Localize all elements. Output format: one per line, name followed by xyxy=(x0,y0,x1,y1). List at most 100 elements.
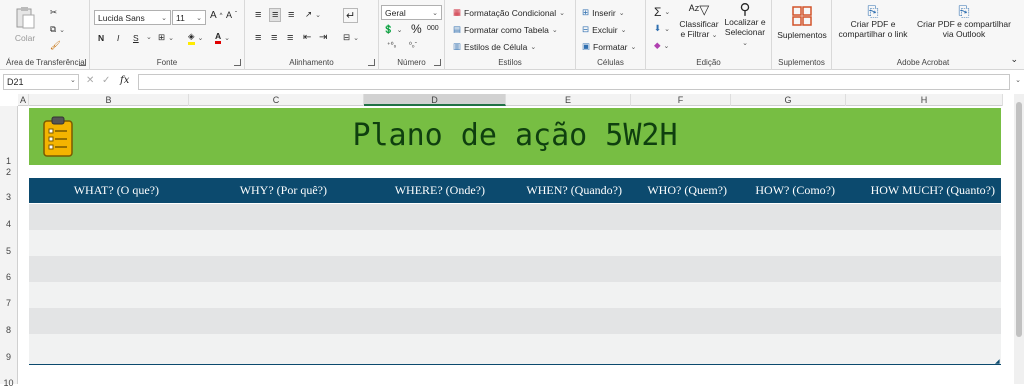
row-header[interactable]: 5 xyxy=(0,246,17,256)
header-how[interactable]: HOW? (Como?) xyxy=(733,178,841,203)
shrink-font-icon[interactable]: Aˇ xyxy=(226,10,237,20)
header-when[interactable]: WHEN? (Quando?) xyxy=(491,178,628,203)
font-family-select[interactable]: Lucida Sans ⌄ xyxy=(94,10,171,25)
table-row[interactable] xyxy=(29,308,1001,334)
delete-button[interactable]: ⊟ Excluir ⌄ xyxy=(582,24,627,35)
format-button[interactable]: ▣ Formatar ⌄ xyxy=(582,41,636,52)
row-header[interactable]: 7 xyxy=(0,298,17,308)
editing-label: Edição xyxy=(696,58,721,67)
column-header-f[interactable]: F xyxy=(631,94,731,106)
clipboard-launcher[interactable] xyxy=(79,59,86,66)
number-launcher[interactable] xyxy=(434,59,441,66)
row-header[interactable]: 1 xyxy=(0,156,17,166)
create-pdf-outlook-button[interactable]: ⎘ Criar PDF e compartilhar via Outlook xyxy=(914,4,1014,39)
align-top-icon[interactable]: ≡ xyxy=(255,9,261,21)
header-where[interactable]: WHERE? (Onde?) xyxy=(333,178,491,203)
enter-icon[interactable]: ✓ xyxy=(102,75,110,86)
underline-button[interactable]: S xyxy=(133,33,139,43)
vertical-scrollbar[interactable] xyxy=(1014,94,1024,384)
row-header[interactable]: 4 xyxy=(0,219,17,229)
orientation-icon[interactable]: ↗ ⌄ xyxy=(305,9,321,20)
fill-color-icon[interactable]: ◈ ⌄ xyxy=(188,31,203,45)
header-how-much[interactable]: HOW MUCH? (Quanto?) xyxy=(841,178,1001,203)
row-header[interactable]: 6 xyxy=(0,272,17,282)
column-header-b[interactable]: B xyxy=(29,94,189,106)
column-header-h[interactable]: H xyxy=(846,94,1003,106)
percent-button[interactable]: % xyxy=(411,22,422,36)
fill-icon[interactable]: ⬇ ⌄ xyxy=(654,23,670,34)
find-select-button[interactable]: ⚲ Localizar e Selecionar ⌄ xyxy=(722,1,768,49)
clear-icon[interactable]: ◆ ⌄ xyxy=(654,40,669,51)
decrease-indent-icon[interactable]: ⇤ xyxy=(303,32,311,43)
align-middle-icon[interactable]: ≡ xyxy=(269,8,282,22)
font-label: Fonte xyxy=(156,58,178,67)
font-size-select[interactable]: 11 ⌄ xyxy=(172,10,206,25)
formula-input[interactable] xyxy=(138,74,1010,90)
header-what[interactable]: WHAT? (O que?) xyxy=(29,178,165,203)
row-header[interactable]: 8 xyxy=(0,325,17,335)
font-launcher[interactable] xyxy=(234,59,241,66)
insert-button[interactable]: ⊞ Inserir ⌄ xyxy=(582,7,625,18)
row-header[interactable]: 3 xyxy=(0,192,17,202)
column-header-c[interactable]: C xyxy=(189,94,364,106)
grow-font-icon[interactable]: A ^ xyxy=(210,10,223,21)
alignment-launcher[interactable] xyxy=(368,59,375,66)
cut-icon[interactable]: ✂ xyxy=(50,7,57,18)
column-header-a[interactable]: A xyxy=(18,94,29,106)
align-right-icon[interactable]: ≡ xyxy=(287,32,293,44)
align-center-icon[interactable]: ≡ xyxy=(271,32,277,44)
align-bottom-icon[interactable]: ≡ xyxy=(288,9,294,21)
table-row[interactable] xyxy=(29,256,1001,282)
scrollbar-thumb[interactable] xyxy=(1016,102,1022,337)
column-header-g[interactable]: G xyxy=(731,94,846,106)
name-box[interactable]: D21 xyxy=(3,74,79,90)
merge-center-icon[interactable]: ⊟ ⌄ xyxy=(343,32,359,43)
bold-button[interactable]: N xyxy=(98,33,104,43)
autosum-icon[interactable]: Σ ⌄ xyxy=(654,5,670,19)
number-format-select[interactable]: Geral ⌄ xyxy=(381,5,442,20)
column-header-d[interactable]: D xyxy=(364,94,506,106)
align-left-icon[interactable]: ≡ xyxy=(255,32,261,44)
collapse-ribbon-icon[interactable]: ⌄ xyxy=(1010,54,1018,65)
table-row[interactable] xyxy=(29,204,1001,230)
italic-button[interactable]: I xyxy=(117,33,119,43)
copy-icon[interactable]: ⧉ ⌄ xyxy=(50,24,65,35)
borders-icon[interactable]: ⊞ ⌄ xyxy=(158,32,174,43)
decrease-decimal-icon[interactable]: ⁰₀ˉ xyxy=(409,41,417,49)
conditional-formatting-button[interactable]: ▦ Formatação Condicional ⌄ xyxy=(453,7,565,18)
font-color-icon[interactable]: A ⌄ xyxy=(215,31,230,44)
header-why[interactable]: WHY? (Por quê?) xyxy=(165,178,333,203)
increase-indent-icon[interactable]: ⇥ xyxy=(319,32,327,43)
worksheet-grid[interactable]: A B C D E F G H 1 2 3 4 5 6 7 8 9 10 Pla… xyxy=(0,94,1024,388)
paste-button[interactable]: Colar xyxy=(8,6,42,43)
thousands-button[interactable]: 000 xyxy=(427,25,439,32)
row-header[interactable]: 2 xyxy=(0,167,17,177)
format-painter-icon[interactable]: 🖌 xyxy=(50,40,61,51)
wrap-text-icon[interactable]: ↵ xyxy=(343,8,359,23)
expand-formula-icon[interactable]: ⌄ xyxy=(1015,76,1021,84)
editing-group: Σ ⌄ ⬇ ⌄ ◆ ⌄ ᴬᶻ▽ Classificar e Filtrar ⌄ … xyxy=(646,0,772,70)
sort-filter-button[interactable]: ᴬᶻ▽ Classificar e Filtrar ⌄ xyxy=(678,3,720,41)
insert-function-button[interactable]: fx xyxy=(120,75,129,86)
clipboard-group: Colar ✂ ⧉ ⌄ 🖌 Área de Transferência xyxy=(0,0,90,70)
table-header-row: WHAT? (O que?) WHY? (Por quê?) WHERE? (O… xyxy=(29,178,1001,203)
name-box-dropdown-icon[interactable]: ⌄ xyxy=(70,76,76,84)
cancel-icon[interactable]: ✕ xyxy=(86,75,94,86)
table-row[interactable] xyxy=(29,282,1001,308)
search-icon: ⚲ xyxy=(739,1,751,18)
create-pdf-link-button[interactable]: ⎘ Criar PDF e compartilhar o link xyxy=(834,4,912,39)
addins-button[interactable]: Suplementos xyxy=(776,6,828,40)
currency-icon[interactable]: 💲 ⌄ xyxy=(383,24,402,35)
column-header-e[interactable]: E xyxy=(506,94,631,106)
row-header[interactable]: 10 xyxy=(0,378,17,388)
format-as-table-button[interactable]: ▤ Formatar como Tabela ⌄ xyxy=(453,24,558,35)
increase-decimal-icon[interactable]: ⁺⁰₀ xyxy=(387,41,396,49)
underline-dropdown-icon[interactable]: ⌄ xyxy=(146,33,152,41)
font-group: Lucida Sans ⌄ 11 ⌄ A ^ Aˇ N I S ⌄ ⊞ ⌄ ◈ ⌄ A… xyxy=(90,0,245,70)
table-row[interactable] xyxy=(29,230,1001,256)
table-resize-handle[interactable]: ◢ xyxy=(995,358,1000,365)
cell-styles-button[interactable]: ▥ Estilos de Célula ⌄ xyxy=(453,41,536,52)
header-who[interactable]: WHO? (Quem?) xyxy=(628,178,733,203)
table-row[interactable] xyxy=(29,334,1001,364)
row-header[interactable]: 9 xyxy=(0,352,17,362)
